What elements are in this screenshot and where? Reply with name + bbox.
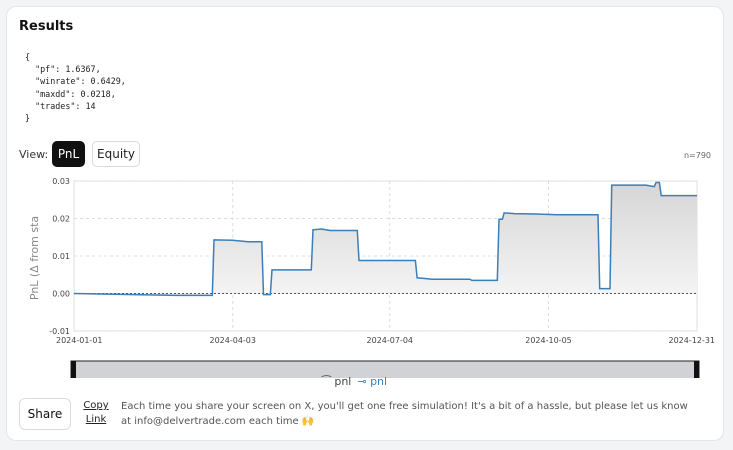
x-tick-label: 2024-12-31	[669, 336, 716, 345]
view-label: View:	[19, 148, 49, 161]
section-title: Results	[19, 19, 74, 34]
y-tick-label: 0.03	[52, 177, 70, 186]
chart-legend: ⁀ pnl ⊸ pnl	[322, 375, 387, 388]
view-equity-button[interactable]: Equity	[92, 141, 140, 167]
x-tick-label: 2024-04-03	[209, 336, 256, 345]
legend-item-pnl-line[interactable]: ⊸ pnl	[357, 375, 387, 388]
copy-link-button[interactable]: Copy Link	[81, 399, 111, 427]
results-json: { "pf": 1.6367, "winrate": 0.6429, "maxd…	[25, 52, 126, 124]
range-slider-right-handle[interactable]	[694, 361, 699, 378]
share-button[interactable]: Share	[19, 398, 71, 430]
share-note: Each time you share your screen on X, yo…	[121, 401, 688, 427]
y-axis-label: PnL (Δ from sta	[28, 216, 41, 300]
series-area-pnl	[74, 182, 697, 296]
x-tick-label: 2024-01-01	[56, 336, 103, 345]
x-tick-label: 2024-10-05	[525, 336, 572, 345]
results-card: Results { "pf": 1.6367, "winrate": 0.642…	[6, 6, 724, 441]
sample-count: n=790	[683, 151, 711, 160]
y-tick-label: 0.00	[52, 290, 70, 299]
x-tick-label: 2024-07-04	[367, 336, 414, 345]
view-pnl-button[interactable]: PnL	[52, 141, 85, 167]
pnl-chart[interactable]: 0.03 0.02 0.01 0.00 -0.012024-01-01 2024-04-0…	[7, 173, 723, 378]
y-tick-label: 0.02	[52, 215, 70, 224]
y-tick-label: 0.01	[52, 252, 70, 261]
y-tick-label: -0.01	[49, 327, 70, 336]
legend-item-pnl-area[interactable]: ⁀ pnl	[322, 375, 351, 388]
range-slider-left-handle[interactable]	[71, 361, 76, 378]
